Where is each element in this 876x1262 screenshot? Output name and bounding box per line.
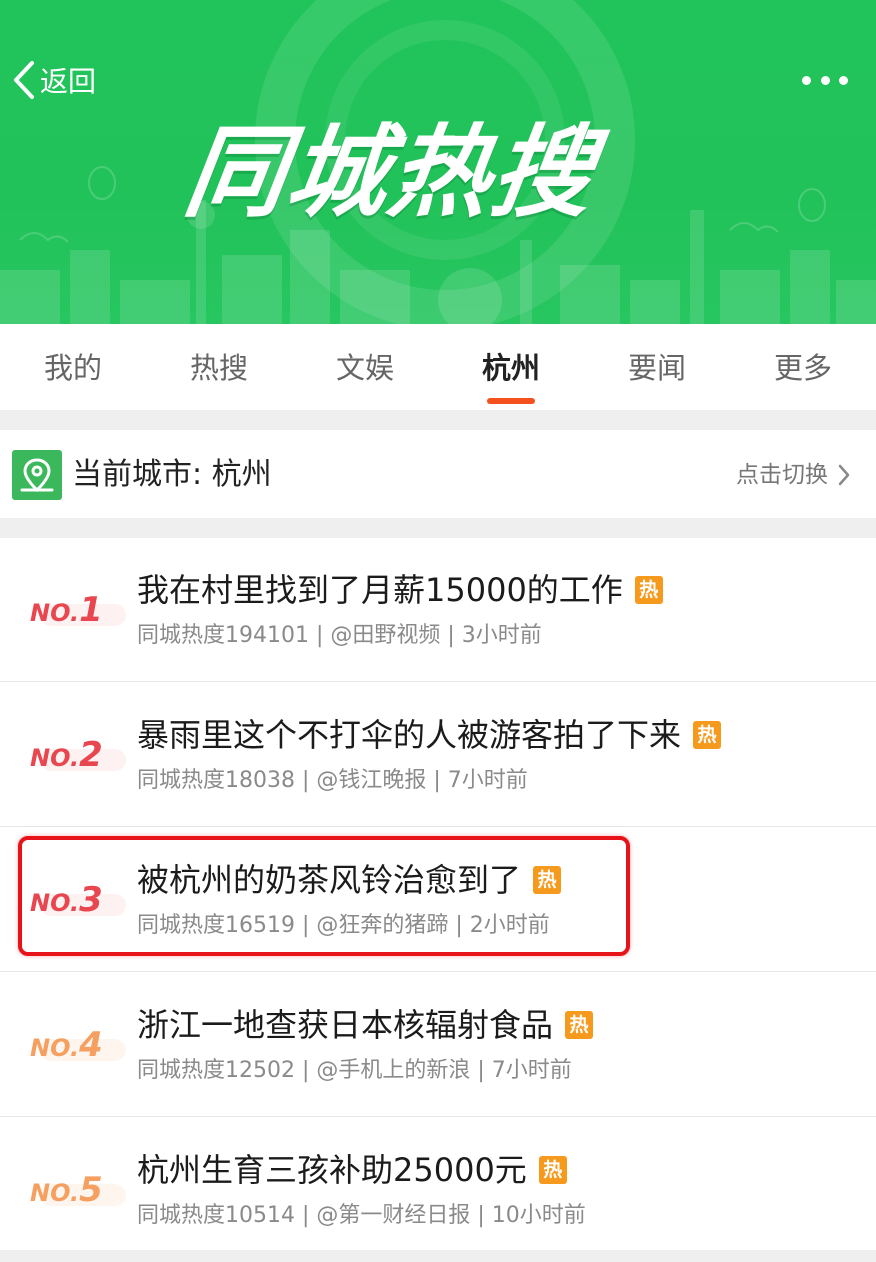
item-meta: 同城热度18038 | @钱江晚报 | 7小时前 <box>137 768 528 793</box>
switch-city-label: 点击切换 <box>736 462 828 488</box>
item-title: 浙江一地查获日本核辐射食品热 <box>137 1001 594 1049</box>
switch-city-button[interactable]: 点击切换 <box>736 458 850 492</box>
item-meta: 同城热度10514 | @第一财经日报 | 10小时前 <box>137 1203 586 1228</box>
rank-badge: NO.2 <box>30 735 126 775</box>
divider <box>0 1116 876 1117</box>
location-pin-icon <box>12 450 62 500</box>
hot-badge: 热 <box>565 1011 594 1039</box>
list-item[interactable]: NO.5 杭州生育三孩补助25000元热 同城热度10514 | @第一财经日报… <box>0 1118 876 1262</box>
tab-bar: 我的 热搜 文娱 杭州 要闻 更多 <box>0 324 876 410</box>
list-item[interactable]: NO.1 我在村里找到了月薪15000的工作热 同城热度194101 | @田野… <box>0 538 876 682</box>
active-tab-indicator <box>487 398 535 404</box>
banner: 返回 同城热搜 <box>0 0 876 324</box>
highlight-box <box>18 836 630 956</box>
item-meta: 同城热度12502 | @手机上的新浪 | 7小时前 <box>137 1058 572 1083</box>
hot-badge: 热 <box>634 576 663 604</box>
tab-news[interactable]: 要闻 <box>584 324 730 410</box>
item-title: 暴雨里这个不打伞的人被游客拍了下来热 <box>137 711 722 759</box>
rank-badge: NO.4 <box>30 1025 126 1065</box>
tab-hangzhou[interactable]: 杭州 <box>438 324 584 410</box>
rank-badge: NO.1 <box>30 590 126 630</box>
tab-mine[interactable]: 我的 <box>0 324 146 410</box>
rank-badge: NO.5 <box>30 1170 126 1210</box>
more-options-icon[interactable] <box>802 70 848 90</box>
tab-hot-search[interactable]: 热搜 <box>146 324 292 410</box>
tab-more[interactable]: 更多 <box>730 324 876 410</box>
item-meta: 同城热度194101 | @田野视频 | 3小时前 <box>137 623 542 648</box>
divider <box>0 681 876 682</box>
divider <box>0 971 876 972</box>
hot-badge: 热 <box>538 1156 567 1184</box>
chevron-right-icon <box>838 464 850 486</box>
current-city-bar: 当前城市: 杭州 点击切换 <box>0 430 876 518</box>
list-item[interactable]: NO.4 浙江一地查获日本核辐射食品热 同城热度12502 | @手机上的新浪 … <box>0 973 876 1117</box>
chevron-left-icon <box>14 61 34 99</box>
back-button[interactable]: 返回 <box>12 58 96 102</box>
item-title: 杭州生育三孩补助25000元热 <box>137 1146 567 1194</box>
tab-entertainment[interactable]: 文娱 <box>292 324 438 410</box>
list-item[interactable]: NO.2 暴雨里这个不打伞的人被游客拍了下来热 同城热度18038 | @钱江晚… <box>0 683 876 827</box>
banner-title: 同城热搜 <box>177 114 603 231</box>
current-city-label: 当前城市: 杭州 <box>72 457 272 492</box>
divider <box>0 826 876 827</box>
back-label: 返回 <box>40 65 97 98</box>
item-title: 我在村里找到了月薪15000的工作热 <box>137 566 663 614</box>
hot-badge: 热 <box>693 721 722 749</box>
